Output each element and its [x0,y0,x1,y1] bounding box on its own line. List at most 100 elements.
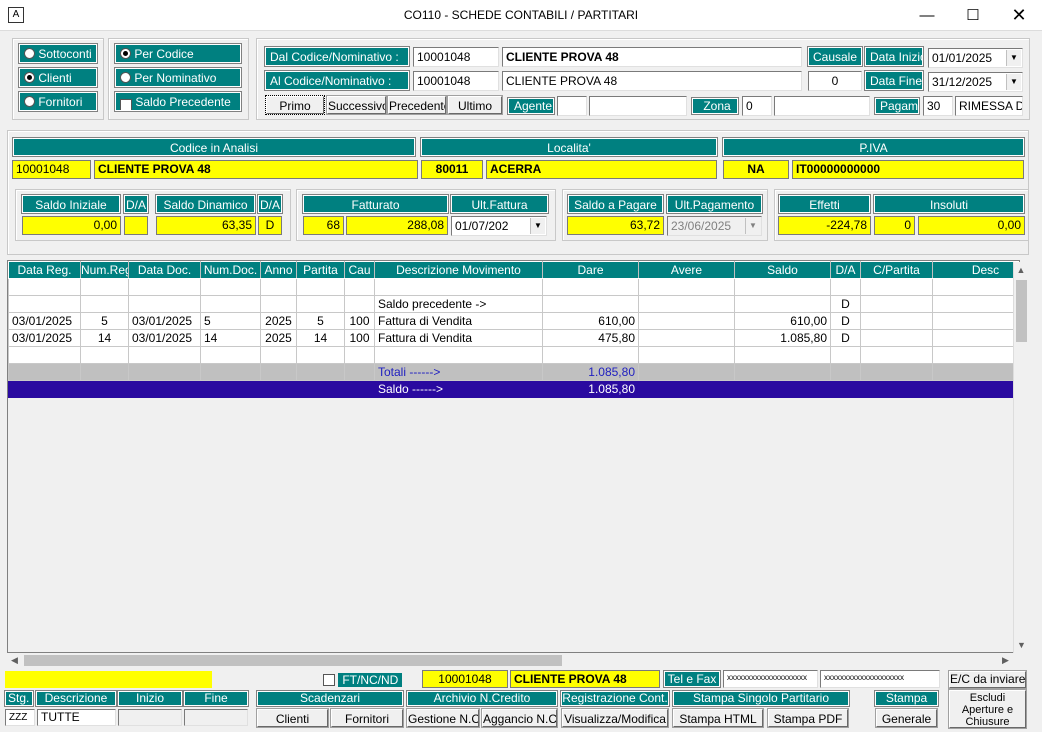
table-cell: D [830,295,861,313]
column-header[interactable]: Data Doc. [128,261,201,279]
scroll-thumb[interactable] [24,655,562,666]
table-cell [638,346,735,364]
aggancio-nc-button[interactable]: Aggancio N.C. [481,708,558,728]
maximize-icon[interactable]: ☐ [950,0,996,31]
movements-table[interactable]: Data Reg. Num.Reg Data Doc. Num.Doc. Ann… [7,260,1020,653]
pagam-code-input[interactable]: 30 [923,96,953,116]
al-code-input[interactable]: 10001048 [413,71,499,91]
column-header[interactable]: Partita [296,261,345,279]
data-inizio-combo[interactable]: 01/01/2025 ▼ [928,48,1023,68]
scroll-thumb[interactable] [1016,280,1027,342]
dropdown-arrow-icon[interactable]: ▼ [745,218,760,234]
table-cell [542,295,639,313]
inizio-input[interactable] [118,709,182,726]
visualizza-modifica-button[interactable]: Visualizza/Modifica [561,708,669,728]
table-row[interactable] [8,346,1019,364]
al-name-input[interactable]: CLIENTE PROVA 48 [502,71,802,91]
primo-button[interactable]: Primo [265,95,325,115]
radio-per-nominativo[interactable]: Per Nominativo [114,67,242,88]
data-fine-combo[interactable]: 31/12/2025 ▼ [928,72,1023,92]
zona-code-input[interactable]: 0 [742,96,772,116]
stampa-generale-button[interactable]: Generale [875,708,938,728]
column-header[interactable]: Desc [932,261,1019,279]
pagam-desc-input[interactable]: RIMESSA DIR [955,96,1023,116]
checkbox-icon [323,674,335,686]
scroll-down-icon[interactable]: ▼ [1014,637,1029,653]
table-cell [260,295,297,313]
dal-code-input[interactable]: 10001048 [413,47,499,67]
dropdown-arrow-icon[interactable]: ▼ [1006,50,1021,66]
escludi-aperture-button[interactable]: Escludi Aperture e Chiusure [948,689,1027,729]
table-cell: 14 [80,329,129,347]
column-header[interactable]: Dare [542,261,639,279]
fax-field[interactable]: xxxxxxxxxxxxxxxxxxxx [820,670,940,688]
effetti-value: -224,78 [778,216,871,235]
table-row[interactable]: Saldo precedente -> D [8,295,1019,313]
table-cell: 100 [344,329,375,347]
ult-pagamento-combo[interactable]: 23/06/2025 ▼ [667,216,762,236]
dropdown-arrow-icon[interactable]: ▼ [530,218,545,234]
stg-input[interactable]: ZZZ [5,709,35,726]
scroll-left-icon[interactable]: ◀ [7,653,22,668]
insoluti-value: 0,00 [918,216,1025,235]
table-cell: D [830,329,861,347]
column-header[interactable]: Data Reg. [8,261,81,279]
scadenzari-fornitori-button[interactable]: Fornitori [330,708,404,728]
scadenzari-clienti-button[interactable]: Clienti [256,708,329,728]
checkbox-saldo-precedente[interactable]: ✓ Saldo Precedente [114,91,242,112]
table-cell [8,278,81,296]
radio-clienti[interactable]: Clienti [18,67,98,88]
ultimo-button[interactable]: Ultimo [447,95,503,115]
table-row[interactable] [8,278,1019,296]
dropdown-arrow-icon[interactable]: ▼ [1006,74,1021,90]
totali-dare: 1.085,80 [542,363,639,381]
vertical-scrollbar[interactable]: ▲ ▼ [1013,262,1028,653]
column-header[interactable]: Num.Doc. [200,261,261,279]
column-header[interactable]: C/Partita [860,261,933,279]
radio-label: Clienti [38,71,72,85]
agente-label: Agente [507,97,555,115]
causale-input[interactable]: 0 [808,71,862,91]
column-header[interactable]: Cau [344,261,375,279]
column-header[interactable]: Num.Reg [80,261,129,279]
scroll-right-icon[interactable]: ▶ [998,653,1013,668]
table-row[interactable]: 03/01/2025 5 03/01/2025 5 2025 5 100 Fattura di… [8,312,1019,330]
stampa-html-button[interactable]: Stampa HTML [672,708,764,728]
dal-name-input[interactable]: CLIENTE PROVA 48 [502,47,802,67]
causale-label: Causale [807,46,863,67]
horizontal-scrollbar[interactable]: ◀ ▶ [7,653,1013,668]
gestione-nc-button[interactable]: Gestione N.C. [406,708,480,728]
da2-label: D/A [257,194,283,214]
table-cell [80,346,129,364]
agente-desc-input[interactable] [589,96,687,116]
table-cell [128,278,201,296]
column-header[interactable]: Saldo [734,261,831,279]
ult-fattura-combo[interactable]: 01/07/202 ▼ [451,216,547,236]
ec-inviare-button[interactable]: E/C da inviare [948,670,1027,689]
close-icon[interactable]: ✕ [996,0,1042,31]
radio-fornitori[interactable]: Fornitori [18,91,98,112]
radio-per-codice[interactable]: Per Codice [114,43,242,64]
table-row[interactable]: 03/01/2025 14 03/01/2025 14 2025 14 100 Fattura… [8,329,1019,347]
column-header[interactable]: Anno [260,261,297,279]
table-cell [128,346,201,364]
table-cell: 03/01/2025 [8,312,81,330]
column-header[interactable]: D/A [830,261,861,279]
table-cell [344,278,375,296]
agente-code-input[interactable] [557,96,587,116]
minimize-icon[interactable]: — [904,0,950,31]
column-header[interactable]: Avere [638,261,735,279]
saldo-iniziale-value: 0,00 [22,216,121,235]
fine-input[interactable] [184,709,248,726]
successivo-button[interactable]: Successivo [326,95,387,115]
column-header[interactable]: Descrizione Movimento [374,261,543,279]
precedente-button[interactable]: Precedente [387,95,447,115]
radio-sottoconti[interactable]: Sottoconti [18,43,98,64]
zona-desc-input[interactable] [774,96,870,116]
stampa-pdf-button[interactable]: Stampa PDF [767,708,849,728]
tel-field[interactable]: xxxxxxxxxxxxxxxxxxxx [723,670,818,688]
ft-checkbox[interactable]: FT/NC/ND [323,672,418,688]
descrizione-input[interactable]: TUTTE [37,709,116,726]
radio-icon [120,48,131,59]
scroll-up-icon[interactable]: ▲ [1014,262,1028,278]
